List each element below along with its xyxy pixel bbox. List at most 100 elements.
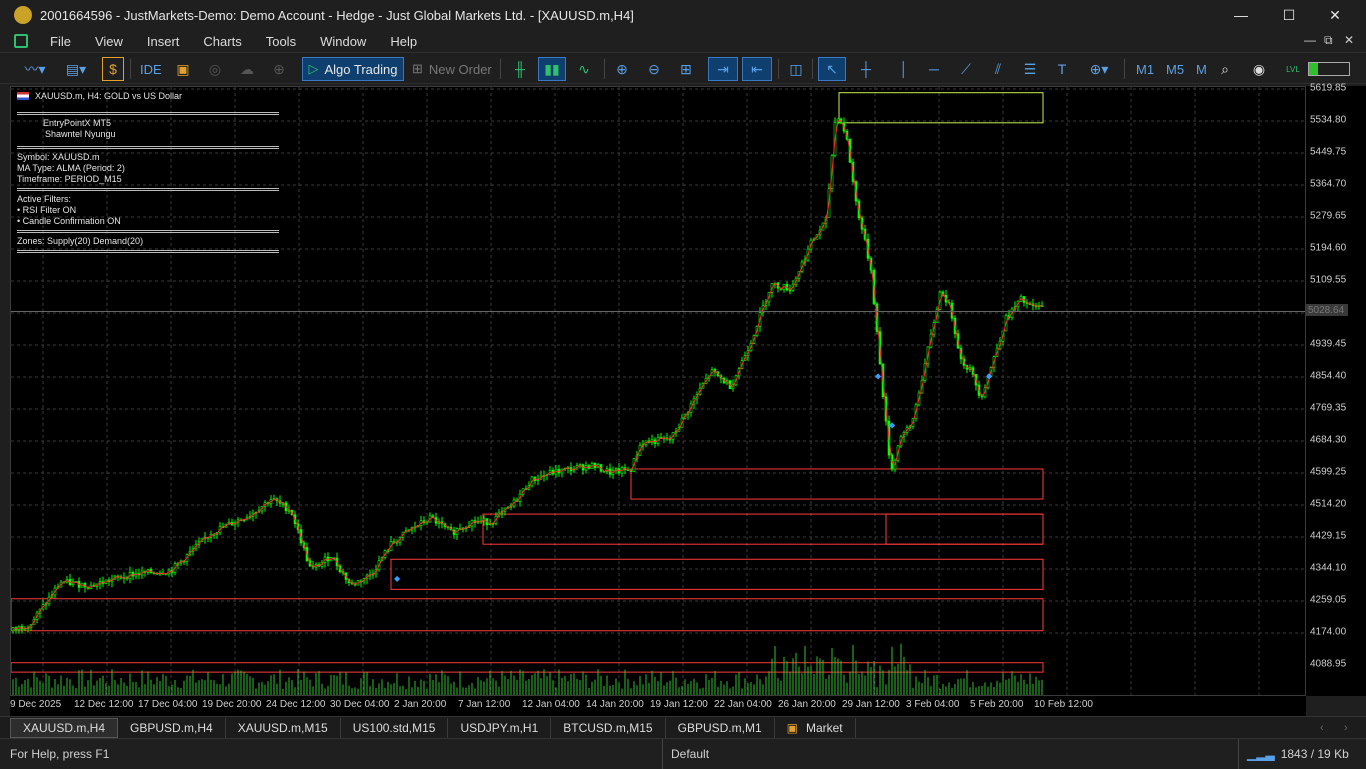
new-order-button[interactable]: ⊞ New Order (412, 57, 492, 81)
new-order-icon: ⊞ (412, 61, 423, 76)
signal-level-icon: LVL (1286, 64, 1300, 74)
price-axis[interactable]: 5619.85 5534.80 5449.75 5364.70 5279.65 … (1306, 83, 1366, 696)
price-tick: 4514.20 (1310, 498, 1347, 510)
bar-chart-icon[interactable]: ╫ (508, 57, 532, 81)
time-tick: 30 Dec 04:00 (330, 699, 390, 710)
price-tick: 4684.30 (1310, 434, 1347, 446)
time-tick: 26 Jan 20:00 (778, 699, 836, 710)
play-icon: ▷ (308, 61, 319, 76)
vertical-line-icon[interactable]: │ (892, 57, 916, 81)
price-chart[interactable]: ◆ ◆ ◆ ◆ XAUUSD.m, H4: GOLD vs US Dollar Ent… (10, 86, 1306, 696)
chart-shift-icon[interactable]: ⇤ (742, 57, 772, 81)
menu-charts[interactable]: Charts (191, 34, 253, 49)
tabs-scroll-left-icon[interactable]: ‹ (1320, 722, 1324, 734)
indicators-icon[interactable]: ▤▾ (58, 57, 94, 81)
crosshair-icon[interactable]: ┼ (854, 57, 878, 81)
tab-gbpusd-m1[interactable]: GBPUSD.m,M1 (666, 717, 775, 738)
current-price-label: 5028.64 (1306, 304, 1348, 316)
mdi-minimize-button[interactable]: — (1304, 33, 1316, 47)
demand-zone (885, 513, 1044, 545)
timeframe-m1-button[interactable]: M1 (1136, 57, 1154, 81)
price-tick: 5534.80 (1310, 114, 1347, 126)
auto-scroll-icon[interactable]: ⇥ (708, 57, 738, 81)
app-logo-icon (14, 6, 32, 24)
mdi-close-button[interactable]: ✕ (1344, 33, 1354, 47)
maximize-button[interactable]: ☐ (1266, 0, 1312, 30)
time-tick: 14 Jan 20:00 (586, 699, 644, 710)
time-tick: 3 Feb 04:00 (906, 699, 960, 710)
chart-tabs-bar: XAUUSD.m,H4 GBPUSD.m,H4 XAUUSD.m,M15 US1… (0, 716, 1366, 738)
time-tick: 7 Jan 12:00 (458, 699, 511, 710)
menu-view[interactable]: View (83, 34, 135, 49)
status-bar: For Help, press F1 Default ▁▂▃ 1843 / 19 … (0, 738, 1366, 769)
zoom-out-icon[interactable]: ⊖ (642, 57, 666, 81)
timeframe-m5-button[interactable]: M5 (1166, 57, 1184, 81)
minimize-button[interactable]: — (1218, 0, 1264, 30)
flag-icon (17, 92, 29, 100)
panel-timeframe: Timeframe: PERIOD_M15 (17, 174, 122, 184)
tab-xauusd-h4[interactable]: XAUUSD.m,H4 (10, 717, 119, 738)
price-tick: 5449.75 (1310, 146, 1347, 158)
price-tick: 4088.95 (1310, 658, 1347, 670)
demand-zone (482, 513, 1044, 545)
tab-btcusd-m15[interactable]: BTCUSD.m,M15 (551, 717, 666, 738)
price-tick: 4939.45 (1310, 338, 1347, 350)
menu-file[interactable]: File (38, 34, 83, 49)
line-chart-icon[interactable]: ∿ (572, 57, 596, 81)
candlestick-chart-icon[interactable]: ▮▮ (538, 57, 566, 81)
buy-signal-arrow: ◆ (394, 574, 401, 583)
price-tick: 5279.65 (1310, 210, 1347, 222)
buy-signal-arrow: ◆ (986, 372, 993, 381)
shapes-icon[interactable]: ⊕▾ (1082, 57, 1116, 81)
connection-status-bar (1308, 62, 1350, 76)
mdi-restore-button[interactable]: ⧉ (1324, 33, 1333, 48)
trendline-icon[interactable]: ⟋ (954, 57, 978, 81)
vps-icon[interactable]: ☁ (236, 57, 258, 81)
timeframe-more-button[interactable]: M (1196, 57, 1207, 81)
channel-icon[interactable]: ⫽ (986, 57, 1010, 81)
time-tick: 12 Dec 12:00 (74, 699, 134, 710)
panel-filter-candle: • Candle Confirmation ON (17, 216, 121, 226)
fibonacci-icon[interactable]: ☰ (1018, 57, 1042, 81)
price-tick: 4429.15 (1310, 530, 1347, 542)
menu-insert[interactable]: Insert (135, 34, 192, 49)
chart-type-icon[interactable]: 〰▾ (18, 57, 52, 81)
horizontal-line-icon[interactable]: ─ (922, 57, 946, 81)
signals-icon[interactable]: ◎ (204, 57, 226, 81)
tab-gbpusd-h4[interactable]: GBPUSD.m,H4 (118, 717, 226, 738)
time-tick: 2 Jan 20:00 (394, 699, 447, 710)
zoom-in-icon[interactable]: ⊕ (610, 57, 634, 81)
menu-window[interactable]: Window (308, 34, 378, 49)
screenshot-icon[interactable]: ◫ (784, 57, 808, 81)
cursor-icon[interactable]: ↖ (818, 57, 846, 81)
tab-usdjpy-h1[interactable]: USDJPY.m,H1 (448, 717, 552, 738)
menu-help[interactable]: Help (378, 34, 429, 49)
tabs-scroll-right-icon[interactable]: › (1344, 722, 1348, 734)
algo-trading-button[interactable]: ▷ Algo Trading (302, 57, 404, 81)
tab-us100-m15[interactable]: US100.std,M15 (341, 717, 449, 738)
status-profile[interactable]: Default (662, 738, 709, 769)
panel-zones: Zones: Supply(20) Demand(20) (17, 236, 144, 246)
time-tick: 12 Jan 04:00 (522, 699, 580, 710)
demand-zone (11, 662, 1044, 673)
time-axis[interactable]: 9 Dec 2025 12 Dec 12:00 17 Dec 04:00 19 … (10, 696, 1306, 716)
trading-icon[interactable]: $ (102, 57, 124, 81)
price-tick: 5194.60 (1310, 242, 1347, 254)
panel-filter-rsi: • RSI Filter ON (17, 205, 77, 215)
tab-market[interactable]: ▣ Market (775, 717, 856, 738)
indicator-info-panel: EntryPointX MT5 Shawntel Nyungu Symbol: … (17, 109, 279, 256)
ide-button[interactable]: IDE (140, 57, 162, 81)
close-button[interactable]: ✕ (1312, 0, 1358, 30)
price-tick: 4769.35 (1310, 402, 1347, 414)
community-icon[interactable]: ⊕ (268, 57, 290, 81)
panel-symbol: Symbol: XAUUSD.m (17, 152, 100, 162)
market-icon[interactable]: ▣ (172, 57, 194, 81)
indicator-author: Shawntel Nyungu (45, 129, 116, 139)
search-icon[interactable]: ⌕ (1214, 57, 1236, 81)
price-tick: 4599.25 (1310, 466, 1347, 478)
tile-windows-icon[interactable]: ⊞ (674, 57, 698, 81)
text-tool-icon[interactable]: T (1050, 57, 1074, 81)
menu-tools[interactable]: Tools (254, 34, 308, 49)
account-icon[interactable]: ◉ (1248, 57, 1270, 81)
tab-xauusd-m15[interactable]: XAUUSD.m,M15 (226, 717, 341, 738)
